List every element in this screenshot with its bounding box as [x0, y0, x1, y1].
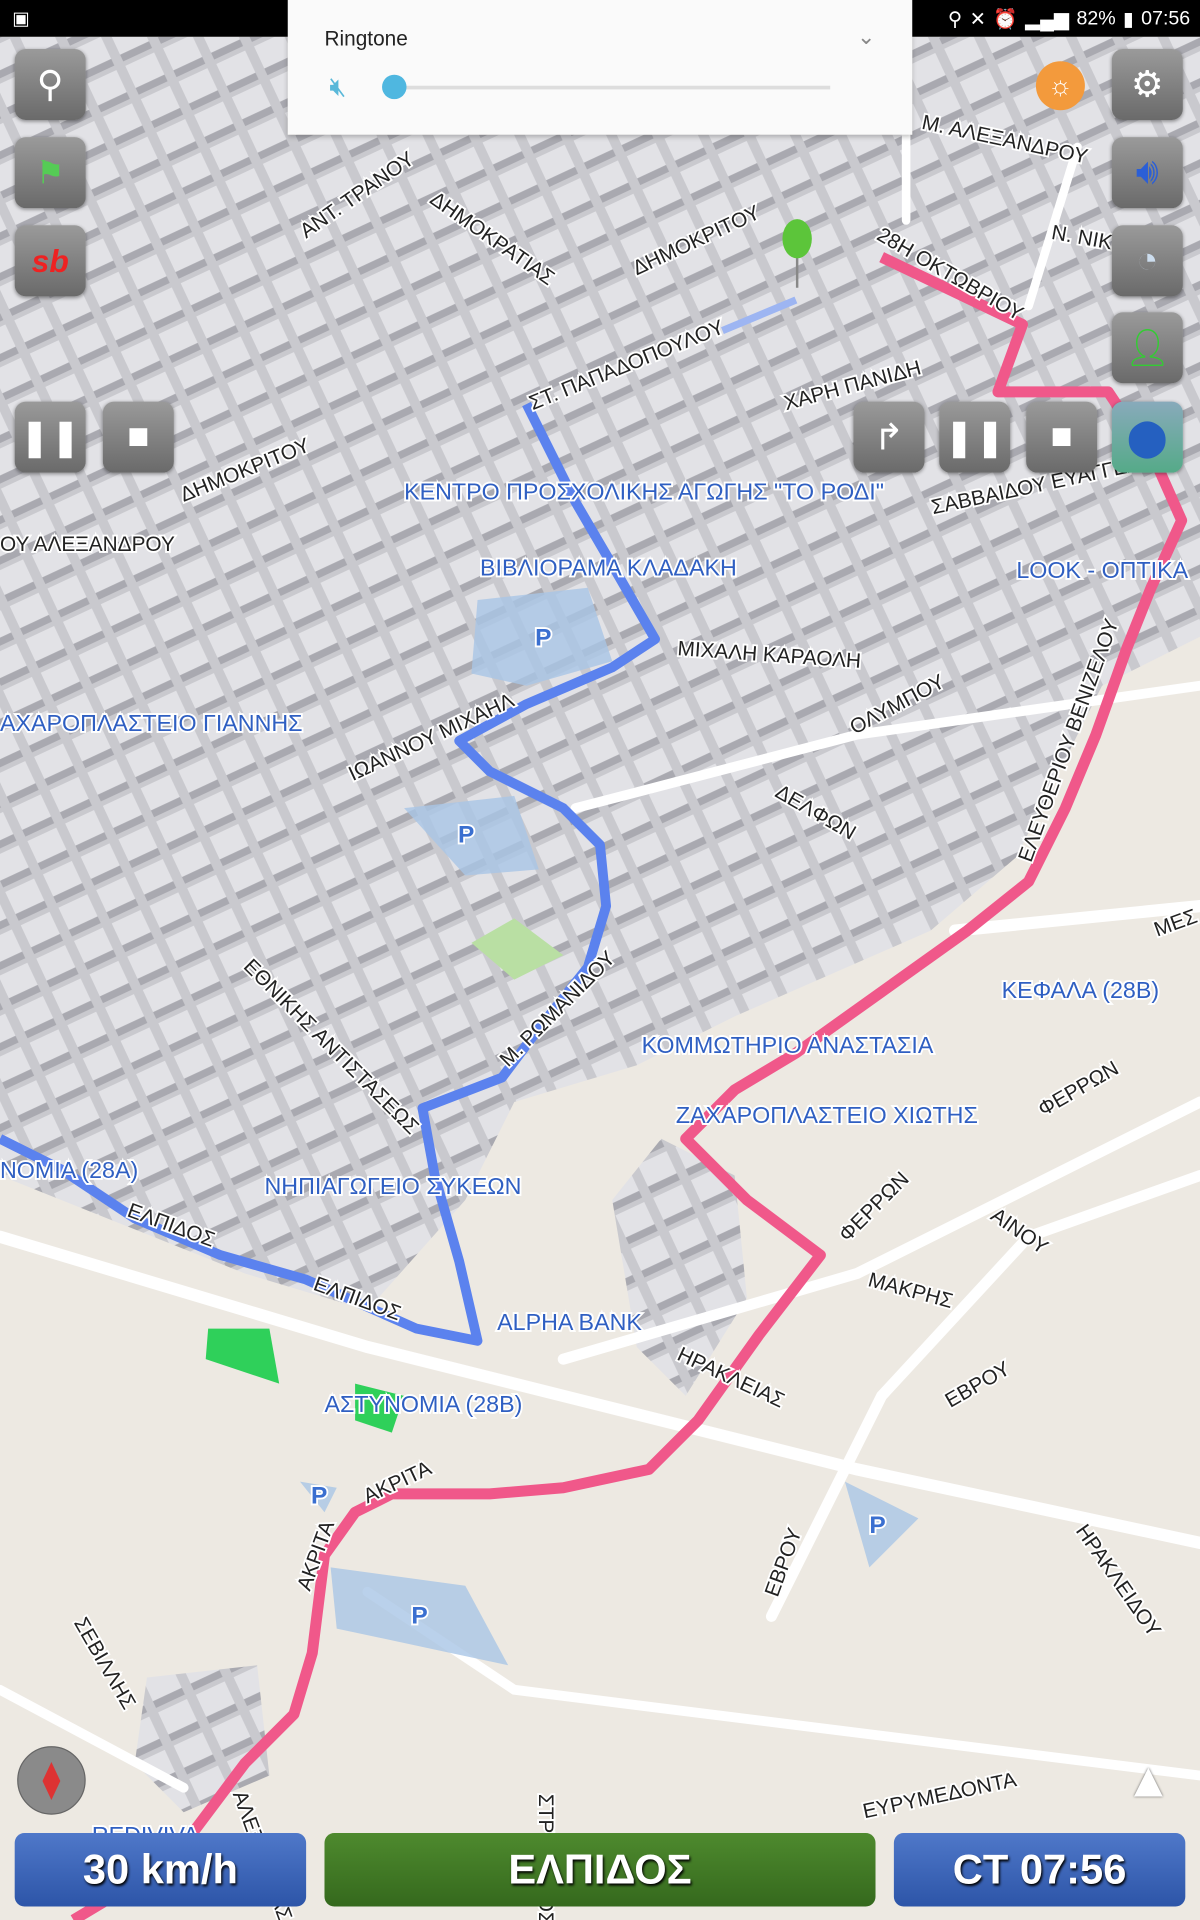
alarm-icon: ⏰	[993, 9, 1018, 31]
parking-icon: P	[869, 1512, 885, 1539]
sb-logo-icon: sb	[31, 241, 69, 279]
north-arrow-icon[interactable]: ▲	[1124, 1753, 1172, 1808]
pause-icon: ❚❚	[943, 416, 1006, 458]
turn-arrow-icon: ↱	[873, 416, 905, 458]
poi-label: ΑΧΑΡΟΠΛΑΣΤΕΙΟ ΓΙΑΝΝΗΣ	[0, 710, 303, 736]
vibrate-icon: ✕	[969, 9, 987, 31]
speedometer-icon: ◔	[1136, 240, 1159, 281]
person-icon: 👤︎	[1124, 327, 1171, 368]
stop-button-left[interactable]: ■	[102, 401, 174, 473]
signal-icon: ▂▄▆	[1025, 9, 1070, 31]
poi-label: ΚΕΦΑΛΑ (28Β)	[1002, 977, 1159, 1003]
turn-button[interactable]: ↱	[853, 401, 925, 473]
poi-label: LOOK - ΟΠΤΙΚΑ	[1016, 557, 1188, 583]
time-display[interactable]: CT 07:56	[893, 1833, 1186, 1907]
mute-icon[interactable]: 🔇︎	[329, 71, 346, 103]
volume-slider[interactable]	[395, 85, 831, 90]
compass-icon[interactable]: ⧫	[17, 1746, 86, 1815]
stop-icon: ■	[127, 416, 150, 457]
search-button[interactable]: ⚲	[14, 48, 86, 120]
pause-button-left[interactable]: ❚❚	[14, 401, 86, 473]
map-canvas[interactable]: Μ. ΑΛΕΞΑΝΔΡΟΥΝ. ΝΙΚΗ28Η ΟΚΤΩΒΡΙΟΥΑΝΤ. ΤΡ…	[0, 0, 1200, 1920]
settings-button[interactable]: ⚙	[1111, 48, 1183, 120]
speed-display[interactable]: 30 km/h	[14, 1833, 307, 1907]
lightbulb-icon[interactable]: ☼	[1035, 61, 1085, 111]
pause-button-right[interactable]: ❚❚	[939, 401, 1011, 473]
pause-icon: ❚❚	[19, 416, 81, 458]
parking-icon: P	[458, 821, 474, 848]
poi-label: ΝΟΜΙΑ (28Α)	[0, 1157, 138, 1183]
location-icon: ⚲	[947, 9, 963, 31]
image-icon: ▣	[12, 8, 30, 30]
settings-icon: ⚙	[1130, 64, 1164, 105]
clock: 07:56	[1141, 8, 1191, 30]
sb-logo-button[interactable]: sb	[14, 225, 86, 297]
volume-title: Ringtone	[324, 26, 408, 51]
volume-panel: Ringtone ⌄ 🔇︎	[287, 0, 913, 135]
speaker-icon: 🔊︎	[1135, 151, 1159, 193]
parking-icon: P	[535, 624, 551, 651]
street-label: ΟΥ ΑΛΕΞΑΝΔΡΟΥ	[0, 533, 175, 556]
battery-icon: ▮	[1123, 9, 1134, 31]
poi-label: ΚΟΜΜΩΤΗΡΙΟ ΑΝΑΣΤΑΣΙΑ	[642, 1032, 934, 1058]
person-button[interactable]: 👤︎	[1111, 312, 1183, 384]
poi-label: ΒΙΒΛΙΟΡΑΜΑ ΚΛΑΔΑΚΗ	[480, 555, 737, 581]
route-flag-icon: ⚑	[35, 153, 65, 191]
poi-label: ΚΕΝΤΡΟ ΠΡΟΣΧΟΛΙΚΗΣ ΑΓΩΓΗΣ "ΤΟ ΡΟΔΙ"	[404, 479, 884, 505]
battery-level: 82%	[1076, 8, 1116, 30]
volume-slider-knob[interactable]	[382, 74, 407, 100]
stop-button-right[interactable]: ■	[1026, 401, 1098, 473]
speedometer-button[interactable]: ◔	[1111, 225, 1183, 297]
stop-icon: ■	[1050, 416, 1073, 457]
map-thumbnail[interactable]: ⬤	[1111, 401, 1183, 473]
direction-icon: ⬤	[1126, 416, 1168, 458]
poi-label: ΝΗΠΙΑΓΩΓΕΙΟ ΣΥΚΕΩΝ	[264, 1173, 521, 1199]
speaker-button[interactable]: 🔊︎	[1111, 137, 1183, 209]
parking-icon: P	[411, 1603, 427, 1630]
parking-icon: P	[311, 1483, 327, 1510]
route-button[interactable]: ⚑	[14, 137, 86, 209]
search-icon: ⚲	[36, 64, 64, 105]
poi-label: ΑΣΤΥΝΟΜΙΑ (28Β)	[324, 1391, 522, 1417]
chevron-down-icon[interactable]: ⌄	[857, 24, 875, 50]
poi-label: ΖΑΧΑΡΟΠΛΑΣΤΕΙΟ ΧΙΩΤΗΣ	[676, 1102, 978, 1128]
current-street-display[interactable]: ΕΛΠΙΔΟΣ	[324, 1833, 876, 1907]
poi-label: ALPHA BANK	[497, 1309, 642, 1335]
